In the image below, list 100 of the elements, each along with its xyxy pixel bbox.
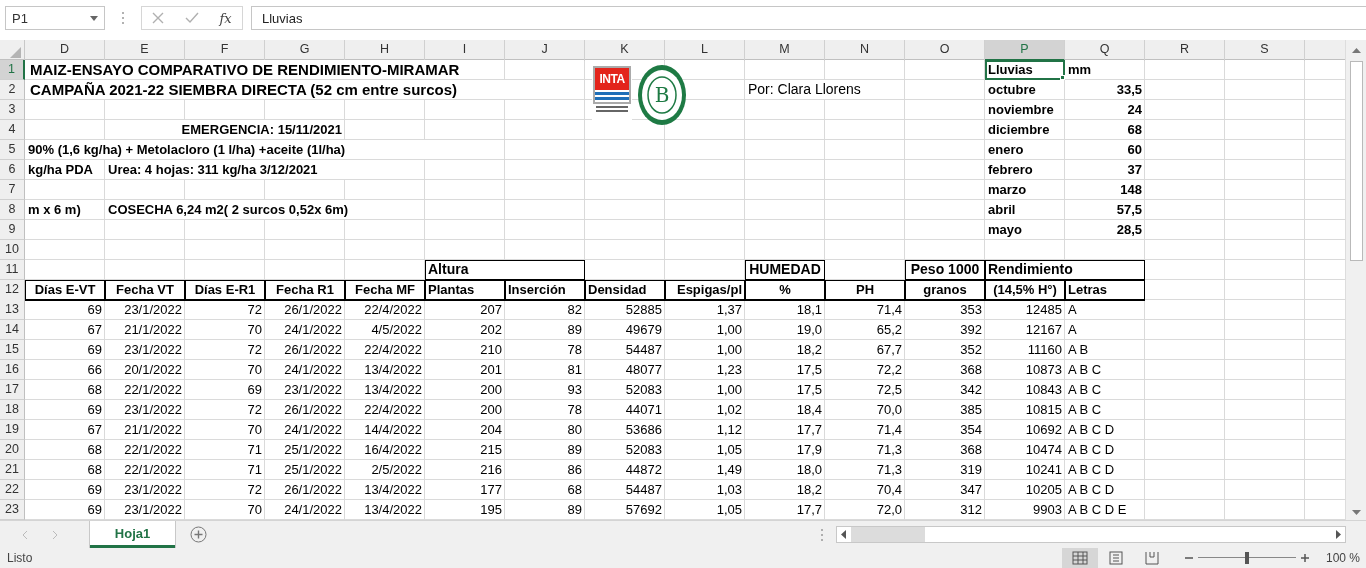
table-cell-text: 69 bbox=[86, 341, 103, 359]
row-header[interactable]: 23 bbox=[0, 500, 25, 520]
table-cell-text: 82 bbox=[566, 301, 583, 319]
slider-thumb[interactable] bbox=[1245, 552, 1249, 564]
previous-sheet-icon[interactable] bbox=[20, 529, 30, 540]
table-cell-text: 13/4/2022 bbox=[363, 381, 423, 399]
table-cell-text: 80 bbox=[566, 421, 583, 439]
check-icon[interactable] bbox=[184, 12, 199, 24]
table-cell-text: 22/1/2022 bbox=[123, 461, 183, 479]
table-cell-text: 18,1 bbox=[795, 301, 823, 319]
table-cell-text: 23/1/2022 bbox=[123, 401, 183, 419]
month-label: mayo bbox=[987, 221, 1023, 239]
column-header[interactable]: J bbox=[505, 40, 585, 61]
row-header[interactable]: 17 bbox=[0, 380, 25, 400]
table-cell-text: 44071 bbox=[624, 401, 663, 419]
row-header[interactable]: 8 bbox=[0, 200, 25, 220]
vertical-scrollbar[interactable] bbox=[1345, 40, 1366, 520]
row-header[interactable]: 10 bbox=[0, 240, 25, 260]
column-header[interactable]: K bbox=[585, 40, 665, 61]
table-cell-text: 24/1/2022 bbox=[283, 421, 343, 439]
table-cell-text: 12485 bbox=[1024, 301, 1063, 319]
next-sheet-icon[interactable] bbox=[50, 529, 60, 540]
table-cell-text: 1,03 bbox=[715, 481, 743, 499]
row-header[interactable]: 16 bbox=[0, 360, 25, 380]
add-sheet-icon[interactable] bbox=[190, 526, 207, 543]
table-cell-text: 48077 bbox=[624, 361, 663, 379]
table-cell-text: A B C D bbox=[1067, 461, 1116, 479]
row-header[interactable]: 21 bbox=[0, 460, 25, 480]
horizontal-scrollbar[interactable] bbox=[836, 526, 1346, 543]
row-header[interactable]: 2 bbox=[0, 80, 25, 100]
table-cell-text: 207 bbox=[479, 301, 503, 319]
table-cell-text: 89 bbox=[566, 441, 583, 459]
table-cell-text: 1,00 bbox=[715, 321, 743, 339]
row-header[interactable]: 11 bbox=[0, 260, 25, 280]
table-cell-text: 22/4/2022 bbox=[363, 401, 423, 419]
table-cell-text: 368 bbox=[959, 361, 983, 379]
row-header[interactable]: 9 bbox=[0, 220, 25, 240]
splitter-icon[interactable] bbox=[820, 527, 824, 542]
close-icon[interactable] bbox=[152, 12, 165, 24]
row-header[interactable]: 5 bbox=[0, 140, 25, 160]
table-cell-text: 23/1/2022 bbox=[123, 341, 183, 359]
row-header[interactable]: 20 bbox=[0, 440, 25, 460]
table-cell-text: 312 bbox=[959, 501, 983, 519]
seal-logo: B bbox=[637, 64, 687, 126]
table-cell-text: 21/1/2022 bbox=[123, 421, 183, 439]
row-header[interactable]: 18 bbox=[0, 400, 25, 420]
row-header[interactable]: 15 bbox=[0, 340, 25, 360]
rainfall-value: 24 bbox=[1126, 101, 1143, 119]
insert-function-button[interactable]: fx bbox=[219, 10, 232, 26]
grid-icon[interactable] bbox=[1072, 551, 1088, 565]
column-header[interactable]: S bbox=[1225, 40, 1305, 61]
table-cell-text: 26/1/2022 bbox=[283, 341, 343, 359]
table-cell-text: 9903 bbox=[1032, 501, 1063, 519]
row-header[interactable]: 22 bbox=[0, 480, 25, 500]
row-header[interactable]: 6 bbox=[0, 160, 25, 180]
table-cell-text: 17,9 bbox=[795, 441, 823, 459]
table-cell-text: 195 bbox=[479, 501, 503, 519]
column-heading: Densidad bbox=[585, 280, 665, 301]
table-cell-text: 69 bbox=[86, 401, 103, 419]
column-header[interactable]: N bbox=[825, 40, 905, 61]
row-header[interactable]: 19 bbox=[0, 420, 25, 440]
scrollbar-thumb[interactable] bbox=[851, 527, 925, 542]
table-cell-text: 68 bbox=[86, 441, 103, 459]
column-header[interactable]: Q bbox=[1065, 40, 1145, 61]
row-header[interactable]: 4 bbox=[0, 120, 25, 140]
month-label: abril bbox=[987, 201, 1017, 219]
rainfall-value: 37 bbox=[1126, 161, 1143, 179]
formula-field[interactable]: Lluvias bbox=[251, 6, 1366, 30]
sheet-tab[interactable]: Hoja1 bbox=[90, 521, 175, 548]
row-header[interactable]: 12 bbox=[0, 280, 25, 301]
table-cell-text: 16/4/2022 bbox=[363, 441, 423, 459]
drag-handle-icon[interactable] bbox=[121, 11, 125, 25]
name-box[interactable]: P1 bbox=[5, 6, 105, 30]
row-header[interactable]: 14 bbox=[0, 320, 25, 340]
table-cell-text: 319 bbox=[959, 461, 983, 479]
table-cell-text: 89 bbox=[566, 501, 583, 519]
table-cell-text: 17,7 bbox=[795, 421, 823, 439]
select-all-icon[interactable] bbox=[10, 47, 21, 58]
column-header[interactable]: R bbox=[1145, 40, 1225, 61]
row-header[interactable]: 13 bbox=[0, 300, 25, 320]
scrollbar-thumb[interactable] bbox=[1349, 61, 1363, 261]
page-break-icon[interactable] bbox=[1144, 551, 1160, 565]
rainfall-value: 60 bbox=[1126, 141, 1143, 159]
column-header[interactable]: P bbox=[985, 40, 1065, 61]
caret-icon[interactable] bbox=[90, 15, 98, 21]
table-cell-text: 71,4 bbox=[875, 421, 903, 439]
column-heading: Fecha R1 bbox=[265, 280, 345, 301]
row-header[interactable]: 7 bbox=[0, 180, 25, 200]
page-icon[interactable] bbox=[1108, 551, 1124, 565]
column-header[interactable]: L bbox=[665, 40, 745, 61]
zoom-level[interactable]: 100 % bbox=[1314, 551, 1366, 565]
row-header[interactable]: 3 bbox=[0, 100, 25, 120]
table-cell-text: 10873 bbox=[1024, 361, 1063, 379]
zoom-in-icon[interactable] bbox=[1300, 553, 1310, 563]
table-cell-text: 18,0 bbox=[795, 461, 823, 479]
column-header[interactable]: M bbox=[745, 40, 825, 61]
table-cell-text: 18,4 bbox=[795, 401, 823, 419]
row-header[interactable]: 1 bbox=[0, 60, 25, 80]
group-heading: Peso 1000 bbox=[905, 260, 985, 280]
normal-view-button[interactable] bbox=[1062, 548, 1098, 568]
